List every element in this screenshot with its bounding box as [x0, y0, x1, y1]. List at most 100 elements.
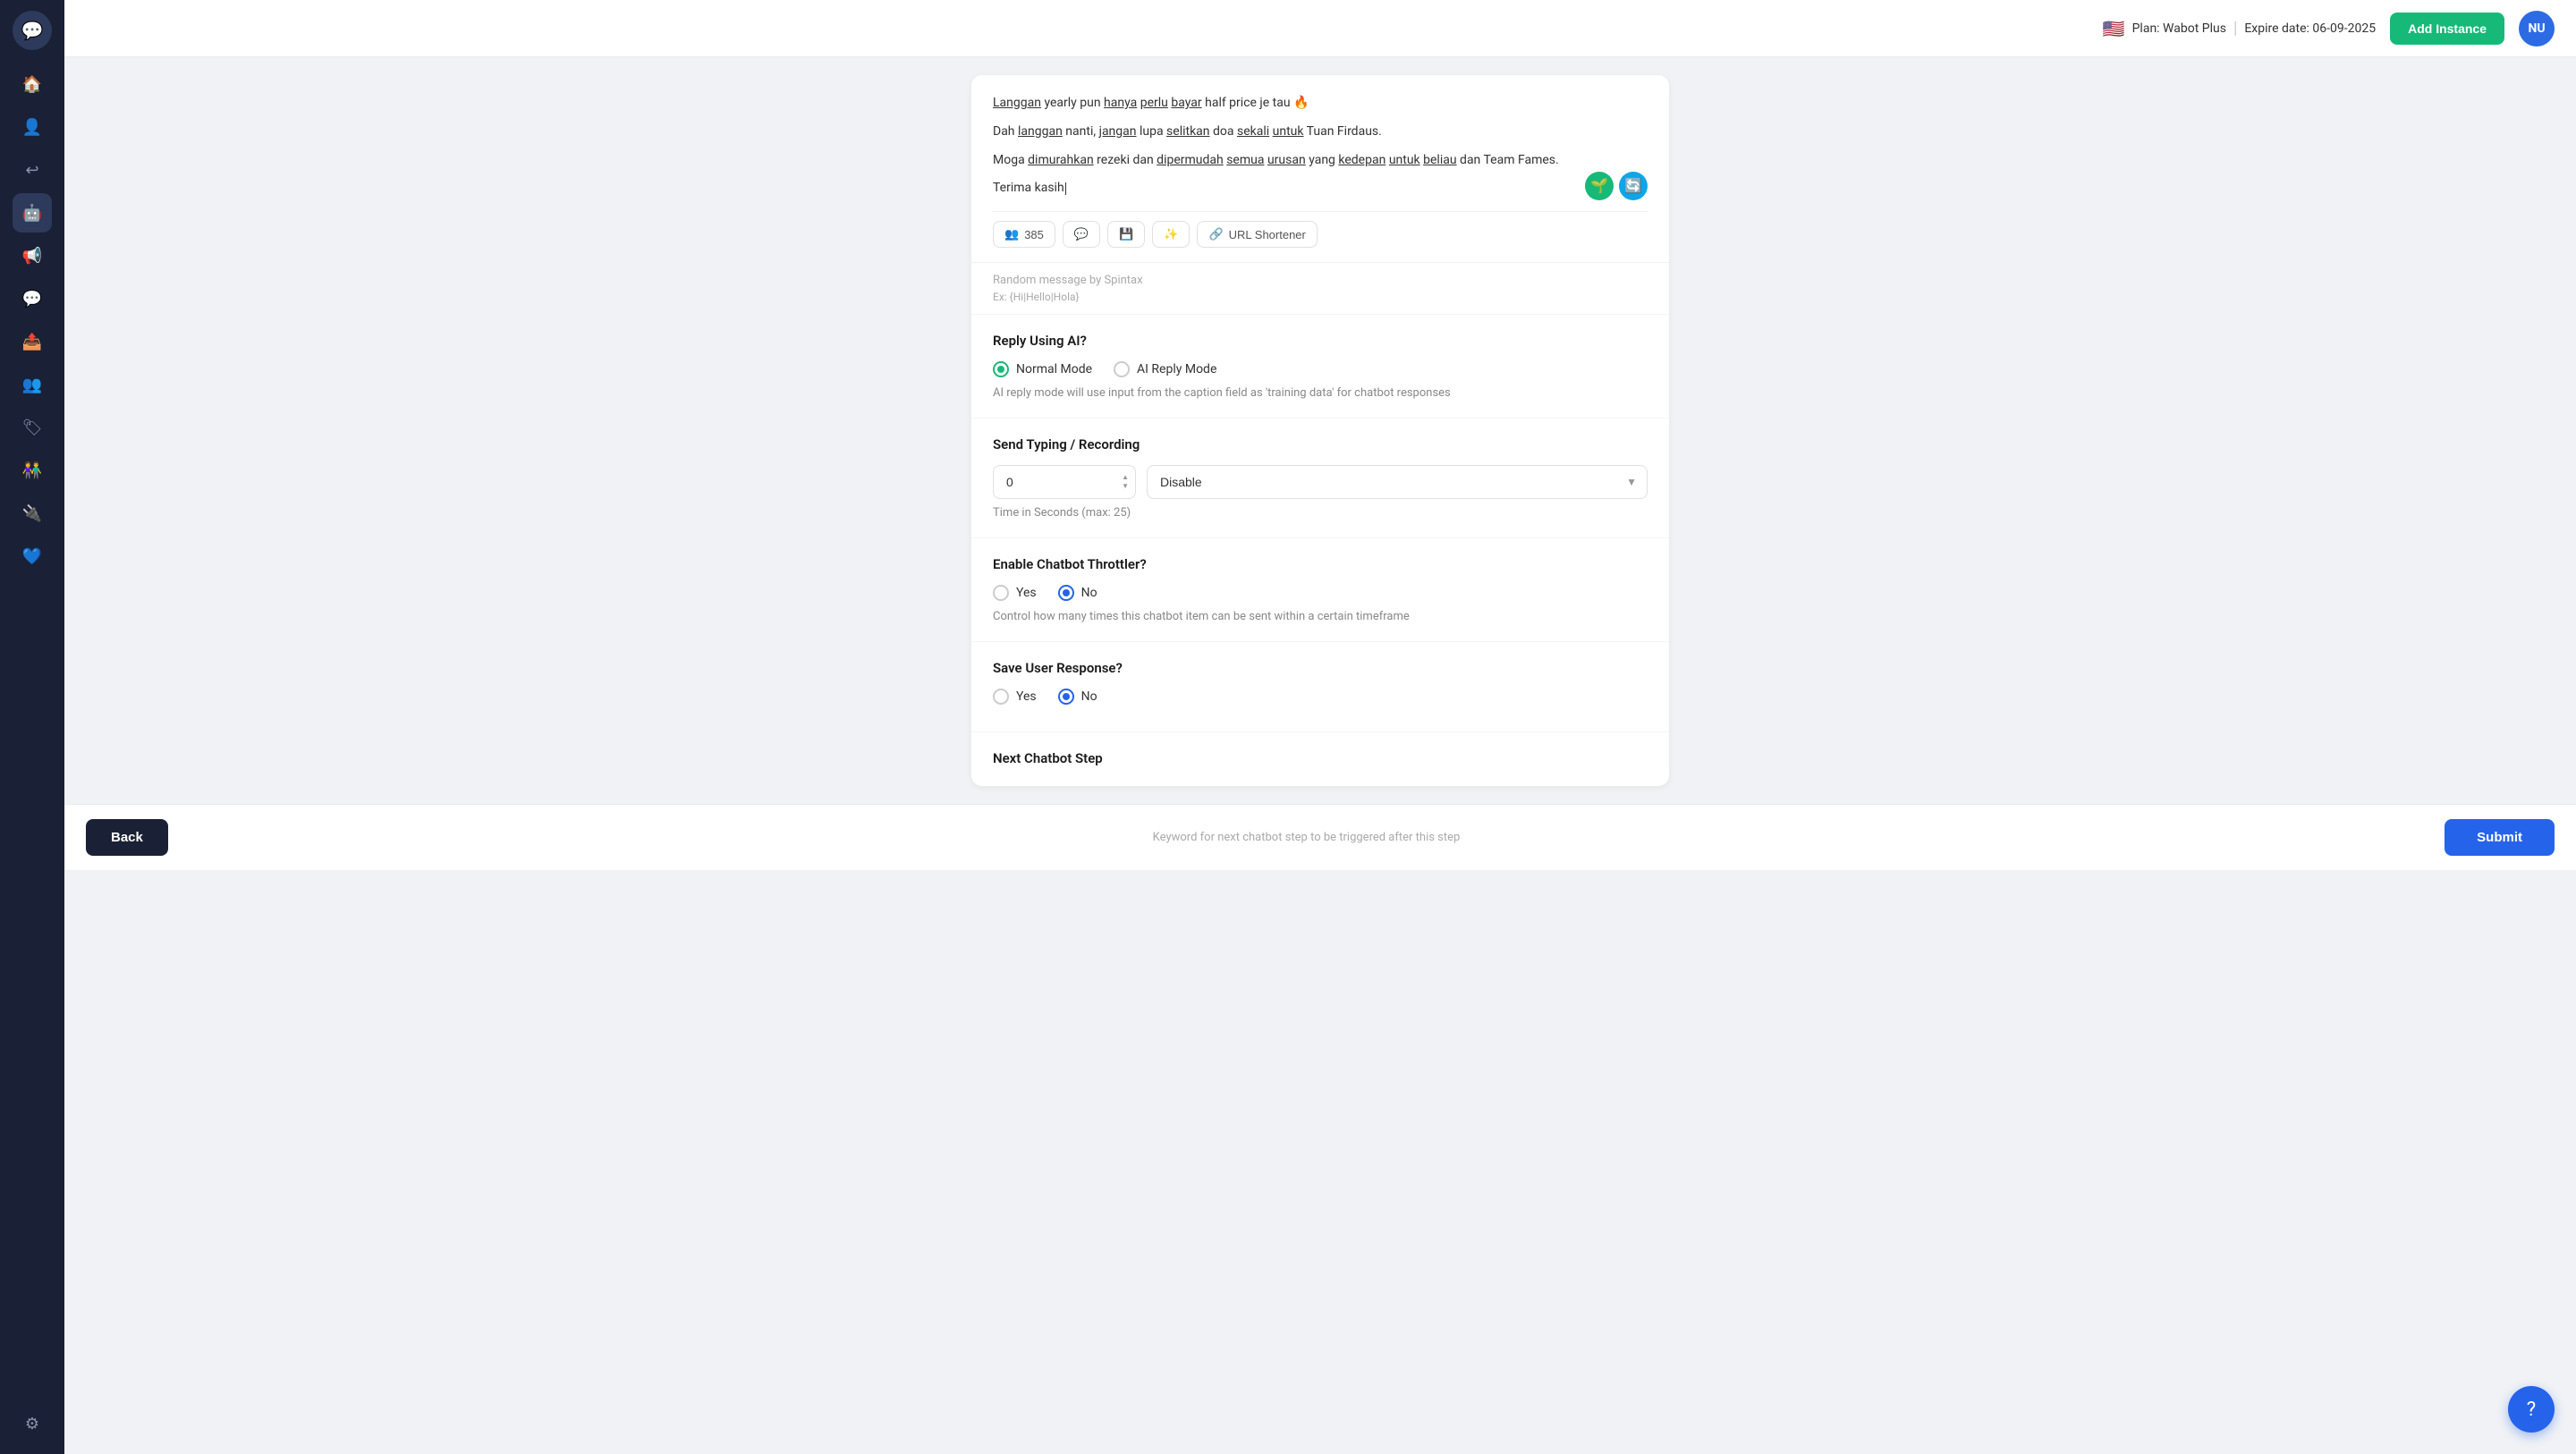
topbar: 🇺🇸 Plan: Wabot Plus | Expire date: 06-09…	[64, 0, 2576, 57]
save-button[interactable]: 💾	[1107, 221, 1145, 248]
save-response-title: Save User Response?	[993, 660, 1648, 676]
sidebar-item-users[interactable]: 👤	[13, 107, 52, 147]
ai-green-icon: 🌱	[1590, 177, 1608, 195]
users-icon: 👤	[22, 118, 42, 137]
ai-reply-mode-label: AI Reply Mode	[1137, 362, 1216, 376]
throttle-yes-label: Yes	[1016, 586, 1037, 600]
message-line-3: Moga dimurahkan rezeki dan dipermudah se…	[993, 150, 1648, 172]
sidebar-item-plugin[interactable]: 🔌	[13, 494, 52, 533]
heart-icon: 💙	[22, 547, 42, 566]
save-response-no-label: No	[1081, 689, 1097, 704]
spinner-up[interactable]: ▲	[1122, 474, 1129, 481]
char-count-value: 385	[1024, 228, 1044, 241]
ai-refresh-icon: 🔄	[1624, 177, 1642, 195]
bot-icon: 🤖	[22, 204, 42, 223]
expire-label: Expire date: 06-09-2025	[2244, 21, 2376, 36]
sidebar-item-reply[interactable]: ↩	[13, 150, 52, 190]
save-response-no-radio[interactable]	[1058, 689, 1074, 705]
submit-button[interactable]: Submit	[2445, 819, 2555, 856]
save-response-yes-radio[interactable]	[993, 689, 1009, 705]
sidebar: 💬 🏠 👤 ↩ 🤖 📢 💬 📤 👥 🏷 👫 🔌 💙 ⚙	[0, 0, 64, 1454]
ai-reply-mode-radio[interactable]	[1114, 361, 1130, 377]
throttle-title: Enable Chatbot Throttler?	[993, 556, 1648, 572]
sidebar-item-contacts[interactable]: 👥	[13, 365, 52, 404]
sidebar-item-heart[interactable]: 💙	[13, 537, 52, 576]
home-icon: 🏠	[22, 75, 42, 94]
char-count-button[interactable]: 👥 385	[993, 221, 1055, 248]
text-cursor	[1065, 182, 1066, 195]
tags-icon: 🏷	[22, 418, 43, 437]
spinner-buttons: ▲ ▼	[1122, 474, 1129, 490]
message-line-4: Terima kasih	[993, 178, 1648, 199]
sidebar-logo[interactable]: 💬	[13, 11, 52, 50]
sidebar-item-tags[interactable]: 🏷	[13, 408, 52, 447]
footer-hint-text: Keyword for next chatbot step to be trig…	[168, 831, 2445, 844]
char-count-icon: 👥	[1004, 227, 1019, 241]
typing-controls: ▲ ▼ Disable Typing Recording ▼	[993, 465, 1648, 499]
logo-icon: 💬	[21, 20, 44, 41]
throttle-yes-radio[interactable]	[993, 585, 1009, 601]
sidebar-item-settings[interactable]: ⚙	[13, 1404, 52, 1443]
throttle-hint: Control how many times this chatbot item…	[993, 610, 1648, 623]
content-area: Langgan yearly pun hanya perlu bayar hal…	[64, 57, 2576, 1454]
ai-toolbar-button[interactable]: ✨	[1152, 221, 1190, 248]
spintax-label: Random message by Spintax	[993, 274, 1648, 287]
contacts-icon: 👥	[22, 376, 42, 394]
throttle-group: Yes No	[993, 585, 1648, 601]
throttle-no-option[interactable]: No	[1058, 585, 1097, 601]
sidebar-bottom: ⚙	[13, 1404, 52, 1443]
comment-button[interactable]: 💬	[1063, 221, 1100, 248]
reply-icon: ↩	[25, 161, 38, 180]
normal-mode-label: Normal Mode	[1016, 362, 1092, 376]
save-response-yes-label: Yes	[1016, 689, 1037, 704]
export-icon: 📤	[22, 333, 42, 351]
save-response-section: Save User Response? Yes No	[971, 642, 1669, 732]
next-step-section: Next Chatbot Step	[971, 732, 1669, 786]
throttle-no-radio[interactable]	[1058, 585, 1074, 601]
user-avatar[interactable]: NU	[2519, 11, 2555, 46]
help-fab-button[interactable]: ?	[2508, 1386, 2555, 1433]
sidebar-item-team[interactable]: 👫	[13, 451, 52, 490]
chat-icon: 💬	[22, 290, 42, 309]
flag-icon: 🇺🇸	[2103, 18, 2125, 39]
reply-ai-title: Reply Using AI?	[993, 333, 1648, 349]
ai-reply-mode-option[interactable]: AI Reply Mode	[1114, 361, 1216, 377]
typing-section: Send Typing / Recording ▲ ▼ Disable Typi…	[971, 418, 1669, 538]
add-instance-button[interactable]: Add Instance	[2390, 13, 2504, 45]
typing-seconds-input[interactable]	[993, 465, 1136, 499]
save-response-yes-option[interactable]: Yes	[993, 689, 1037, 705]
sidebar-item-home[interactable]: 🏠	[13, 64, 52, 104]
typing-title: Send Typing / Recording	[993, 436, 1648, 452]
save-response-no-option[interactable]: No	[1058, 689, 1097, 705]
divider: |	[2233, 19, 2237, 38]
sidebar-item-export[interactable]: 📤	[13, 322, 52, 361]
sidebar-item-chat[interactable]: 💬	[13, 279, 52, 318]
spintax-example: Ex: {Hi|Hello|Hola}	[993, 291, 1648, 303]
url-shortener-label: URL Shortener	[1229, 228, 1306, 241]
next-step-title: Next Chatbot Step	[993, 750, 1648, 766]
normal-mode-radio[interactable]	[993, 361, 1009, 377]
typing-mode-select-wrap: Disable Typing Recording ▼	[1147, 465, 1648, 499]
reply-ai-hint: AI reply mode will use input from the ca…	[993, 386, 1648, 400]
normal-mode-option[interactable]: Normal Mode	[993, 361, 1092, 377]
throttle-section: Enable Chatbot Throttler? Yes No Control…	[971, 538, 1669, 642]
typing-mode-select[interactable]: Disable Typing Recording	[1147, 465, 1648, 499]
number-input-wrap: ▲ ▼	[993, 465, 1136, 499]
settings-icon: ⚙	[25, 1415, 39, 1433]
typing-time-hint: Time in Seconds (max: 25)	[993, 506, 1648, 520]
throttle-yes-option[interactable]: Yes	[993, 585, 1037, 601]
ai-green-button[interactable]: 🌱	[1585, 172, 1614, 200]
url-shortener-button[interactable]: 🔗 URL Shortener	[1197, 221, 1317, 248]
sidebar-item-bot[interactable]: 🤖	[13, 193, 52, 232]
message-line-1: Langgan yearly pun hanya perlu bayar hal…	[993, 93, 1648, 114]
team-icon: 👫	[22, 461, 42, 480]
message-line-2: Dah langgan nanti, jangan lupa selitkan …	[993, 122, 1648, 143]
sidebar-item-broadcast[interactable]: 📢	[13, 236, 52, 275]
spinner-down[interactable]: ▼	[1122, 483, 1129, 490]
save-icon: 💾	[1119, 227, 1133, 241]
sparkle-icon: ✨	[1164, 227, 1178, 241]
broadcast-icon: 📢	[22, 247, 42, 266]
back-button[interactable]: Back	[86, 819, 168, 856]
ai-refresh-button[interactable]: 🔄	[1619, 172, 1648, 200]
message-text-area[interactable]: Langgan yearly pun hanya perlu bayar hal…	[993, 93, 1648, 200]
